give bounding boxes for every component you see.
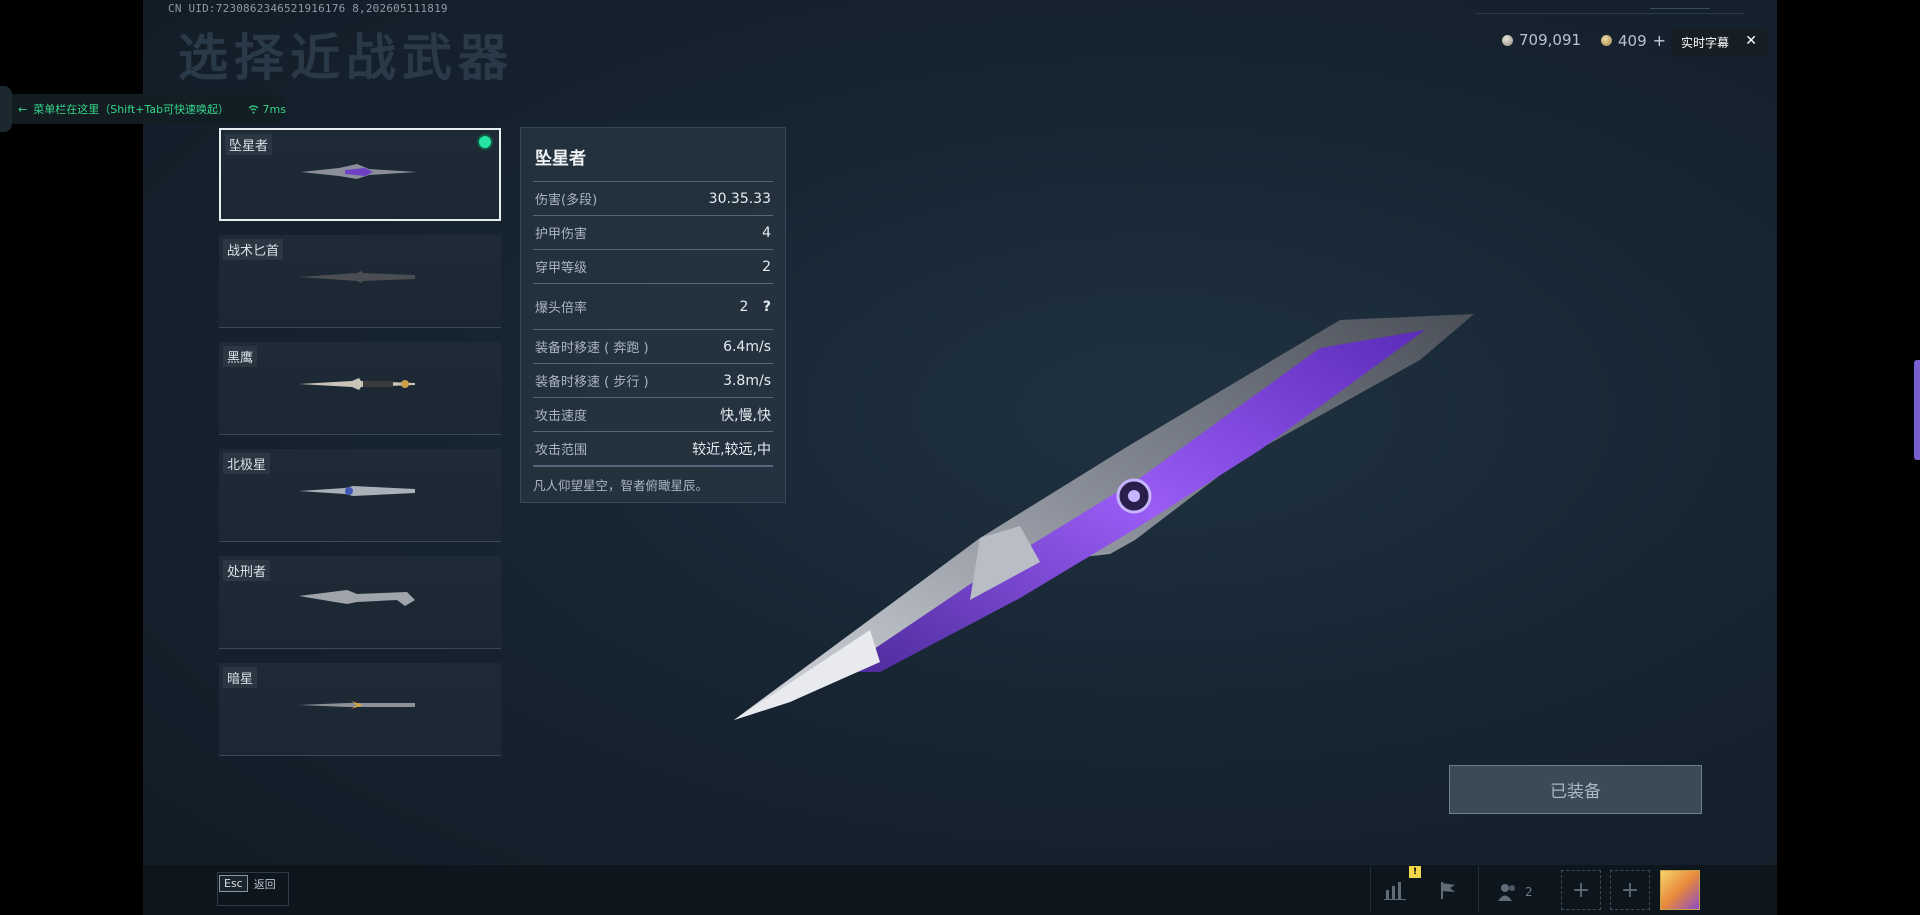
stats-title: 坠星者 <box>535 149 586 169</box>
top-divider-short <box>1650 8 1710 9</box>
side-panel-tab[interactable] <box>1914 360 1920 460</box>
friends-button[interactable]: 2 <box>1497 882 1533 902</box>
ping-value: 7ms <box>262 102 286 116</box>
bottom-divider <box>1370 866 1371 912</box>
silver-currency: 709,091 <box>1502 31 1581 49</box>
bar-chart-icon <box>1384 882 1406 900</box>
uid-watermark: CN UID:7230862346521916176 8,20260511181… <box>168 2 448 15</box>
stat-row-run-speed: 装备时移速 ( 奔跑 ) 6.4m/s <box>533 329 773 363</box>
back-label: 返回 <box>253 877 276 891</box>
esc-key-icon: Esc <box>219 875 248 892</box>
close-icon[interactable]: ✕ <box>1745 33 1757 49</box>
stat-value: 2 <box>739 298 749 315</box>
ping-indicator: 7ms <box>248 103 286 116</box>
weapon-card-dark-star[interactable]: 暗星 <box>219 663 501 756</box>
gold-currency: 409 + <box>1601 31 1666 50</box>
weapon-card-black-hawk[interactable]: 黑鹰 <box>219 342 501 435</box>
fallen-star-knife-render <box>734 314 1474 720</box>
stat-value: 4 <box>762 224 771 241</box>
live-caption-button[interactable]: 实时字幕 ✕ <box>1671 29 1767 56</box>
weapon-list: 坠星者 战术匕首 黑鹰 北极星 处刑者 暗星 <box>219 128 501 770</box>
weapon-name: 黑鹰 <box>223 346 258 367</box>
add-party-slot-1[interactable]: + <box>1561 870 1601 910</box>
equipped-button[interactable]: 已装备 <box>1449 765 1702 814</box>
friends-icon <box>1498 884 1515 901</box>
live-caption-label: 实时字幕 <box>1681 36 1730 50</box>
weapon-name: 战术匕首 <box>223 239 284 260</box>
weapon-name: 坠星者 <box>225 134 273 155</box>
back-control[interactable]: Esc 返回 <box>219 875 276 892</box>
weapon-card-tactical-dagger[interactable]: 战术匕首 <box>219 235 501 328</box>
executioner-knife-icon <box>299 590 415 606</box>
stat-label: 攻击范围 <box>535 443 588 458</box>
fallen-star-knife-icon <box>301 164 417 179</box>
avatar[interactable] <box>1660 870 1700 910</box>
weapon-name: 暗星 <box>223 667 258 688</box>
top-divider <box>1475 13 1745 14</box>
friends-count: 2 <box>1525 885 1533 899</box>
black-hawk-knife-icon <box>299 378 415 390</box>
stat-label: 穿甲等级 <box>535 261 588 276</box>
stat-row-walk-speed: 装备时移速 ( 步行 ) 3.8m/s <box>533 363 773 397</box>
missions-button[interactable] <box>1428 870 1468 910</box>
flag-icon <box>1441 882 1455 899</box>
silver-amount: 709,091 <box>1519 31 1582 49</box>
silver-coin-icon <box>1502 34 1513 46</box>
stat-label: 装备时移速 ( 奔跑 ) <box>535 341 649 356</box>
stat-row-armor-damage: 护甲伤害 4 <box>533 215 773 249</box>
weapon-card-executioner[interactable]: 处刑者 <box>219 556 501 649</box>
stat-value: 30.35.33 <box>708 190 771 207</box>
weapon-name: 北极星 <box>223 453 271 474</box>
stat-row-attack-speed: 攻击速度 快,慢,快 <box>533 397 773 431</box>
stat-label: 护甲伤害 <box>535 227 588 242</box>
weapon-description: 凡人仰望星空，智者俯瞰星辰。 <box>533 465 773 494</box>
gold-coin-icon <box>1601 35 1612 46</box>
stat-label: 伤害(多段) <box>535 193 598 208</box>
notification-badge: ! <box>1409 866 1421 878</box>
stat-value: 较近,较远,中 <box>692 441 771 458</box>
weapon-card-polaris[interactable]: 北极星 <box>219 449 501 542</box>
gold-amount: 409 <box>1618 31 1647 50</box>
add-gold-button[interactable]: + <box>1653 31 1666 50</box>
stat-label: 爆头倍率 <box>535 301 588 316</box>
help-icon[interactable]: ? <box>763 299 771 315</box>
menu-hint-text: 菜单栏在这里（Shift+Tab可快速唤起） <box>33 103 230 116</box>
weapon-stats-panel: 坠星者 伤害(多段) 30.35.33 护甲伤害 4 穿甲等级 2 爆头倍率 2… <box>520 127 786 503</box>
dark-star-knife-icon <box>299 701 415 709</box>
stat-value: 3.8m/s <box>723 372 771 389</box>
tactical-dagger-icon <box>299 271 415 283</box>
stat-label: 装备时移速 ( 步行 ) <box>535 375 649 390</box>
bottom-divider <box>1478 866 1479 912</box>
stat-value: 2 <box>762 258 771 275</box>
overlay-handle[interactable] <box>0 86 12 132</box>
arrow-left-icon: ← <box>18 102 28 116</box>
stat-row-attack-range: 攻击范围 较近,较远,中 <box>533 431 773 465</box>
weapon-card-fallen-star[interactable]: 坠星者 <box>219 128 501 221</box>
wifi-icon <box>248 104 258 113</box>
overlay-menu-bar[interactable]: ← 菜单栏在这里（Shift+Tab可快速唤起） 7ms <box>0 94 286 124</box>
page-title: 选择近战武器 <box>178 29 514 87</box>
equipped-indicator <box>479 136 491 148</box>
add-party-slot-2[interactable]: + <box>1610 870 1650 910</box>
weapon-name: 处刑者 <box>223 560 271 581</box>
stat-row-headshot: 爆头倍率 2 ? <box>533 283 773 329</box>
stat-row-penetration: 穿甲等级 2 <box>533 249 773 283</box>
stat-value: 6.4m/s <box>723 338 771 355</box>
polaris-knife-icon <box>299 486 415 496</box>
stat-value-group: 2 ? <box>740 299 772 315</box>
stat-value: 快,慢,快 <box>720 407 771 424</box>
stat-row-damage: 伤害(多段) 30.35.33 <box>533 181 773 215</box>
stat-label: 攻击速度 <box>535 409 588 424</box>
